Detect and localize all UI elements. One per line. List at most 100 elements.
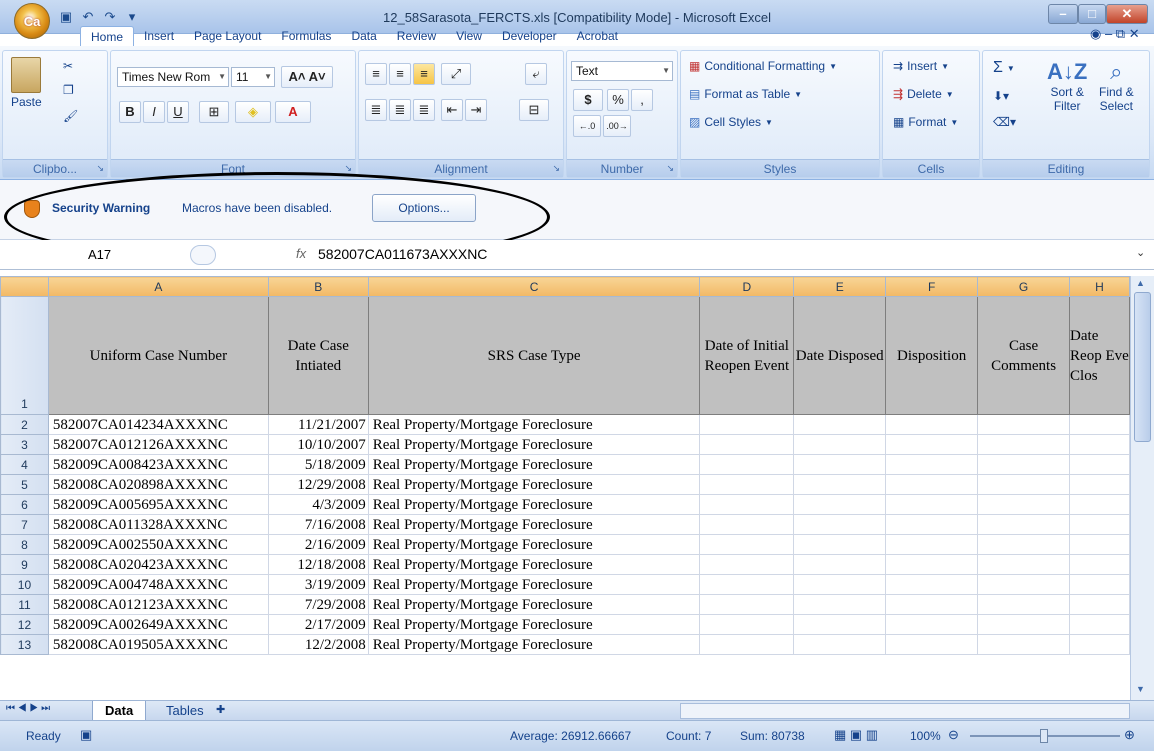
- empty-cell[interactable]: [699, 414, 795, 435]
- column-header-e[interactable]: E: [793, 276, 887, 297]
- format-painter-icon[interactable]: 🖌: [63, 109, 78, 123]
- empty-cell[interactable]: [1069, 594, 1130, 615]
- header-cell[interactable]: Date of Initial Reopen Event: [699, 296, 795, 415]
- decrease-decimal-icon[interactable]: .00→: [603, 115, 631, 137]
- row-header[interactable]: 9: [0, 554, 49, 575]
- tab-view[interactable]: View: [446, 26, 492, 46]
- zoom-out-icon[interactable]: ⊖: [948, 727, 959, 743]
- cut-icon[interactable]: ✂: [63, 59, 73, 73]
- header-cell[interactable]: Uniform Case Number: [47, 296, 269, 415]
- column-header-d[interactable]: D: [699, 276, 795, 297]
- zoom-in-icon[interactable]: ⊕: [1124, 727, 1135, 743]
- font-name-combo[interactable]: Times New Rom ▼: [117, 67, 229, 87]
- case-type-cell[interactable]: Real Property/Mortgage Foreclosure: [367, 474, 701, 495]
- date-initiated-cell[interactable]: 2/16/2009: [267, 534, 369, 555]
- delete-cells-button[interactable]: ⇶ Delete ▼: [893, 87, 954, 101]
- increase-decimal-icon[interactable]: ←.0: [573, 115, 601, 137]
- empty-cell[interactable]: [793, 514, 887, 535]
- italic-button[interactable]: I: [143, 101, 165, 123]
- align-left-icon[interactable]: ≣: [365, 99, 387, 121]
- empty-cell[interactable]: [1069, 554, 1130, 575]
- close-button[interactable]: ✕: [1106, 4, 1148, 24]
- empty-cell[interactable]: [699, 454, 795, 475]
- sheet-nav-icon[interactable]: ⏮ ◀ ▶ ⏭: [6, 703, 50, 714]
- case-type-cell[interactable]: Real Property/Mortgage Foreclosure: [367, 634, 701, 655]
- case-number-cell[interactable]: 582008CA019505AXXXNC: [47, 634, 269, 655]
- row-header[interactable]: 5: [0, 474, 49, 495]
- scroll-down-icon[interactable]: ▼: [1136, 684, 1145, 694]
- zoom-level[interactable]: 100%: [910, 729, 941, 743]
- column-header-a[interactable]: A: [47, 276, 269, 297]
- column-header-g[interactable]: G: [977, 276, 1071, 297]
- case-number-cell[interactable]: 582007CA012126AXXXNC: [47, 434, 269, 455]
- case-type-cell[interactable]: Real Property/Mortgage Foreclosure: [367, 434, 701, 455]
- date-initiated-cell[interactable]: 10/10/2007: [267, 434, 369, 455]
- empty-cell[interactable]: [699, 494, 795, 515]
- paste-button[interactable]: Paste: [11, 57, 42, 109]
- macro-record-icon[interactable]: ▣: [80, 727, 92, 743]
- header-cell[interactable]: SRS Case Type: [367, 296, 701, 415]
- empty-cell[interactable]: [699, 554, 795, 575]
- case-type-cell[interactable]: Real Property/Mortgage Foreclosure: [367, 574, 701, 595]
- case-type-cell[interactable]: Real Property/Mortgage Foreclosure: [367, 454, 701, 475]
- percent-button[interactable]: %: [607, 89, 629, 111]
- align-top-icon[interactable]: ≡: [365, 63, 387, 85]
- empty-cell[interactable]: [977, 554, 1071, 575]
- header-cell[interactable]: Date Reop Eve Clos: [1069, 296, 1130, 415]
- row-header[interactable]: 13: [0, 634, 49, 655]
- fill-color-icon[interactable]: ◈: [235, 101, 271, 123]
- dialog-launcher-icon[interactable]: ↘: [552, 163, 560, 174]
- sheet-tab-data[interactable]: Data: [92, 701, 147, 721]
- empty-cell[interactable]: [699, 574, 795, 595]
- date-initiated-cell[interactable]: 12/18/2008: [267, 554, 369, 575]
- empty-cell[interactable]: [699, 634, 795, 655]
- date-initiated-cell[interactable]: 11/21/2007: [267, 414, 369, 435]
- find-select-button[interactable]: ⌕ Find & Select: [1099, 59, 1134, 113]
- number-format-combo[interactable]: Text ▼: [571, 61, 673, 81]
- column-header-c[interactable]: C: [367, 276, 701, 297]
- merge-center-icon[interactable]: ⊟: [519, 99, 549, 121]
- orientation-icon[interactable]: ⤢: [441, 63, 471, 85]
- expand-formula-icon[interactable]: ⌄: [1136, 246, 1145, 259]
- empty-cell[interactable]: [977, 434, 1071, 455]
- case-number-cell[interactable]: 582009CA008423AXXXNC: [47, 454, 269, 475]
- comma-button[interactable]: ,: [631, 89, 653, 111]
- empty-cell[interactable]: [977, 534, 1071, 555]
- date-initiated-cell[interactable]: 2/17/2009: [267, 614, 369, 635]
- row-header[interactable]: 3: [0, 434, 49, 455]
- case-number-cell[interactable]: 582009CA005695AXXXNC: [47, 494, 269, 515]
- case-number-cell[interactable]: 582007CA014234AXXXNC: [47, 414, 269, 435]
- row-header[interactable]: 8: [0, 534, 49, 555]
- case-number-cell[interactable]: 582009CA002649AXXXNC: [47, 614, 269, 635]
- copy-icon[interactable]: ❐: [63, 83, 74, 97]
- case-type-cell[interactable]: Real Property/Mortgage Foreclosure: [367, 514, 701, 535]
- date-initiated-cell[interactable]: 7/16/2008: [267, 514, 369, 535]
- header-cell[interactable]: Disposition: [885, 296, 979, 415]
- date-initiated-cell[interactable]: 5/18/2009: [267, 454, 369, 475]
- case-type-cell[interactable]: Real Property/Mortgage Foreclosure: [367, 594, 701, 615]
- name-box-dropdown[interactable]: [190, 245, 216, 265]
- case-number-cell[interactable]: 582009CA002550AXXXNC: [47, 534, 269, 555]
- bold-button[interactable]: B: [119, 101, 141, 123]
- date-initiated-cell[interactable]: 4/3/2009: [267, 494, 369, 515]
- empty-cell[interactable]: [885, 614, 979, 635]
- empty-cell[interactable]: [977, 574, 1071, 595]
- column-header-f[interactable]: F: [885, 276, 979, 297]
- row-header[interactable]: 2: [0, 414, 49, 435]
- select-all-corner[interactable]: [0, 276, 49, 297]
- align-right-icon[interactable]: ≣: [413, 99, 435, 121]
- empty-cell[interactable]: [1069, 534, 1130, 555]
- sort-filter-button[interactable]: A↓Z Sort & Filter: [1047, 59, 1087, 113]
- empty-cell[interactable]: [1069, 474, 1130, 495]
- row-header[interactable]: 12: [0, 614, 49, 635]
- formula-input[interactable]: 582007CA011673AXXXNC: [318, 246, 487, 262]
- empty-cell[interactable]: [793, 554, 887, 575]
- empty-cell[interactable]: [699, 434, 795, 455]
- tab-page-layout[interactable]: Page Layout: [184, 26, 271, 46]
- empty-cell[interactable]: [793, 634, 887, 655]
- underline-button[interactable]: U: [167, 101, 189, 123]
- empty-cell[interactable]: [977, 514, 1071, 535]
- empty-cell[interactable]: [1069, 574, 1130, 595]
- empty-cell[interactable]: [793, 574, 887, 595]
- row-header[interactable]: 7: [0, 514, 49, 535]
